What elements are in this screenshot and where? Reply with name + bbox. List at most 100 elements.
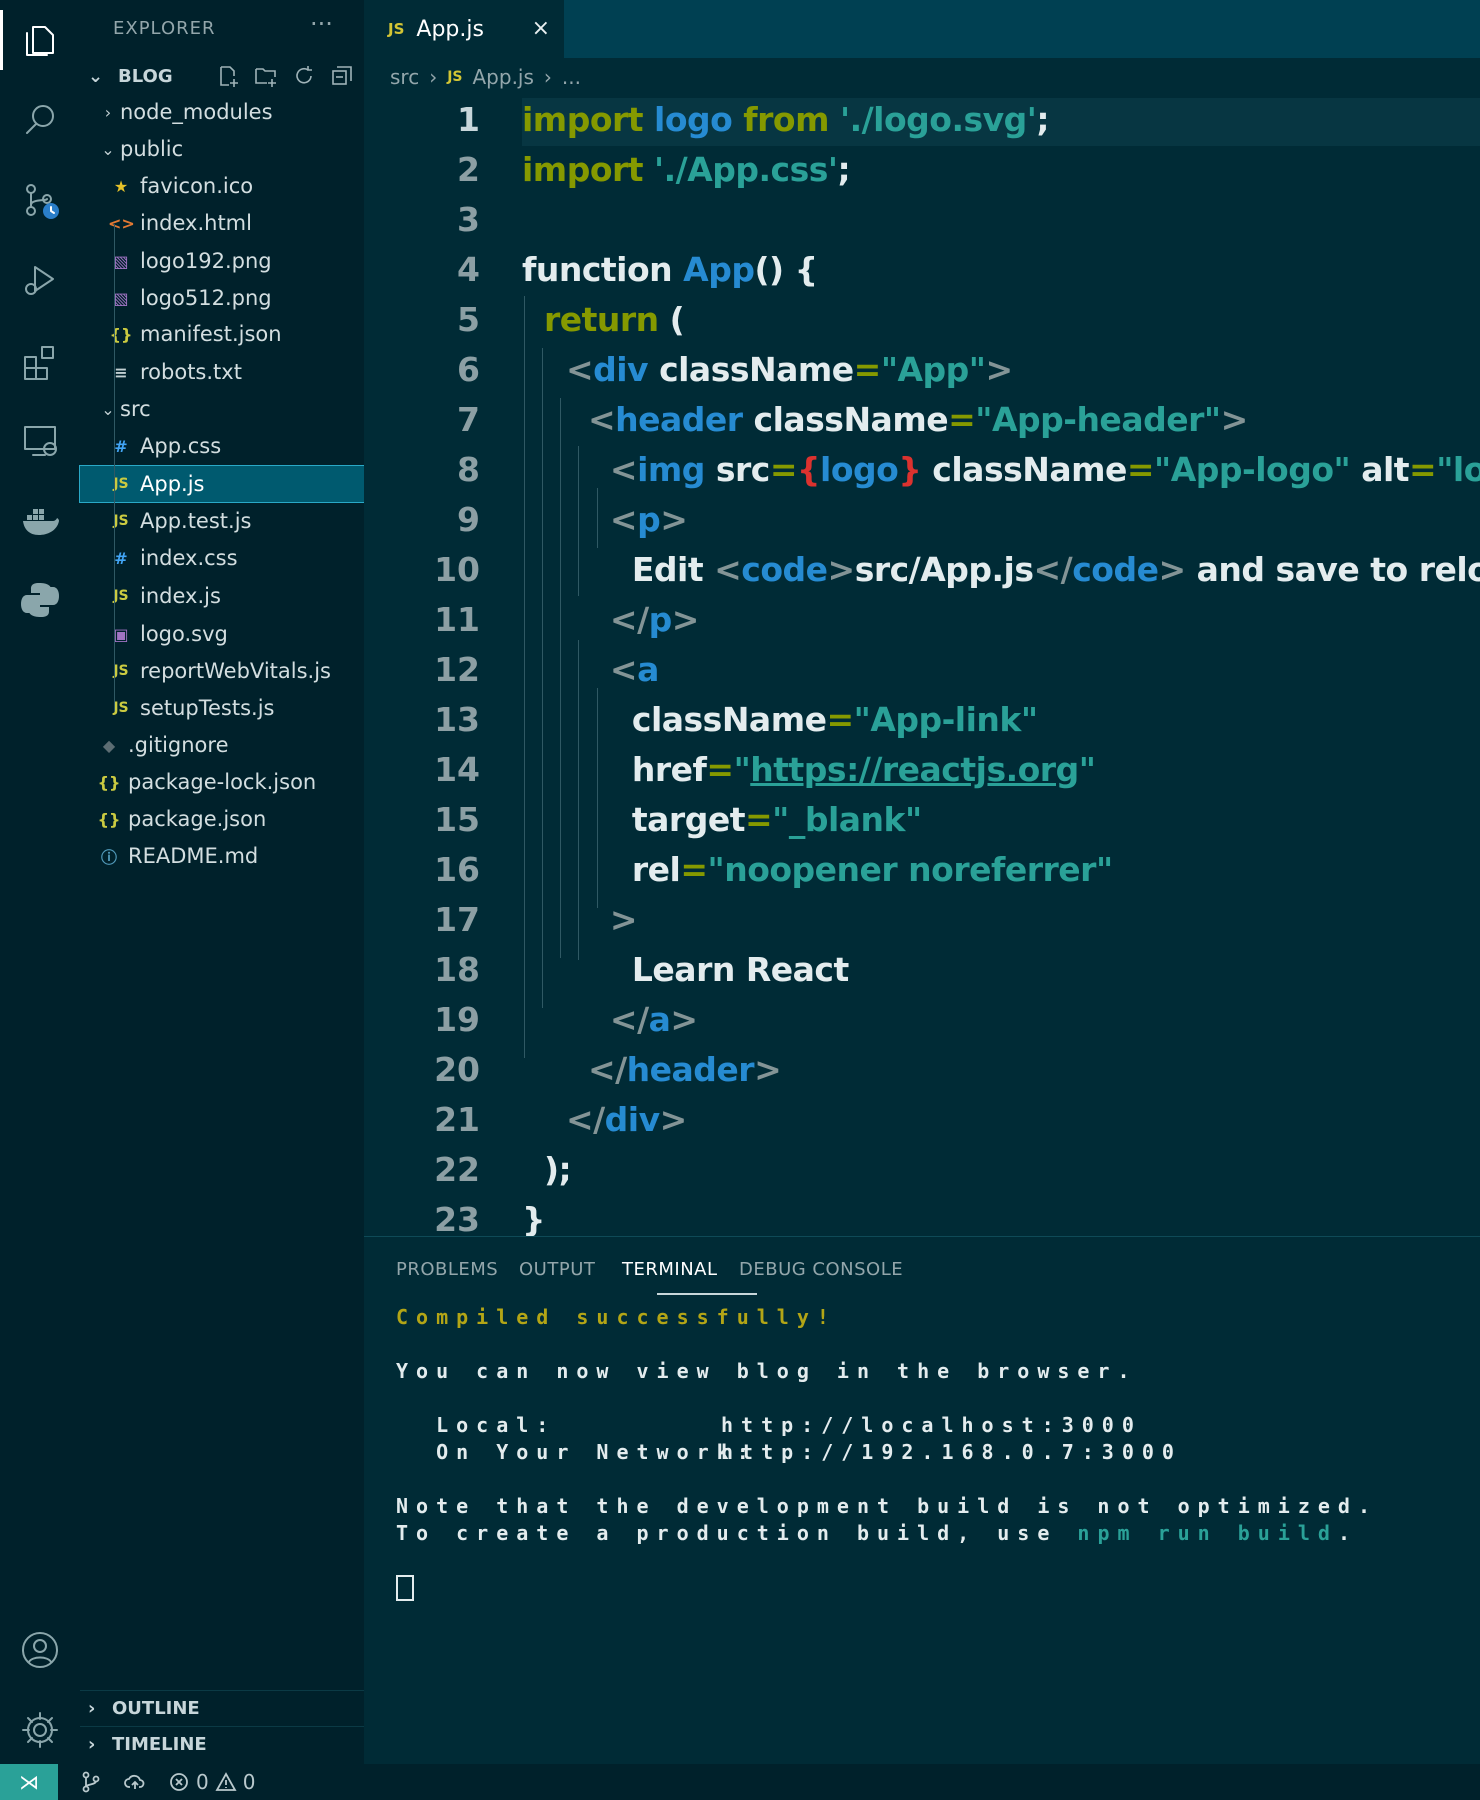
code-token: = [948, 400, 976, 439]
line-number: 2 [457, 150, 480, 189]
code-token: "_blank" [772, 800, 922, 839]
tree-item-logo512-png[interactable]: ▧ logo512.png [80, 280, 364, 316]
tree-item-readme-md[interactable]: ⓘ README.md [80, 838, 364, 874]
terminal-cursor[interactable] [396, 1575, 414, 1601]
code-token: } [898, 450, 922, 489]
terminal-local-url[interactable]: http://localhost:3000 [721, 1413, 1142, 1437]
code-token: = [769, 450, 798, 489]
tree-item-app-js[interactable]: JS App.js [79, 465, 365, 503]
line-number: 13 [434, 700, 480, 739]
tab-app-js[interactable]: JS App.js × [364, 0, 564, 58]
search-icon[interactable] [0, 90, 80, 150]
docker-icon[interactable] [0, 490, 80, 550]
remote-icon[interactable]: ⋊ [0, 1764, 58, 1800]
code-token: > [671, 600, 700, 639]
code-token: function [522, 250, 684, 289]
account-icon[interactable] [0, 1620, 80, 1680]
sync-cloud-icon[interactable] [124, 1771, 146, 1793]
terminal-network-url[interactable]: http://192.168.0.7:3000 [721, 1440, 1182, 1464]
tree-item-label: package.json [128, 807, 267, 831]
warning-count: 0 [242, 1770, 256, 1794]
outline-section[interactable]: › OUTLINE [80, 1690, 364, 1726]
folder-name: BLOG [118, 65, 173, 87]
code-token: </ [609, 1000, 649, 1039]
line-number: 18 [434, 950, 480, 989]
tree-item-node-modules[interactable]: › node_modules [80, 94, 364, 130]
code-token: div [604, 1100, 660, 1139]
tree-item-app-css[interactable]: # App.css [80, 428, 364, 464]
code-line: Edit <code>src/App.js</code> and save to… [522, 550, 1480, 589]
code-line: </div> [522, 1100, 687, 1139]
more-actions-icon[interactable]: ··· [310, 10, 333, 38]
refresh-icon[interactable] [292, 64, 316, 88]
file-type-icon: <> [108, 213, 135, 233]
timeline-label: TIMELINE [112, 1734, 207, 1755]
code-line: import './App.css'; [522, 150, 851, 189]
breadcrumb-file[interactable]: App.js [473, 65, 534, 89]
code-line: target="_blank" [522, 800, 922, 839]
code-token: import [522, 100, 655, 139]
new-folder-icon[interactable] [254, 64, 278, 88]
code-token: code [1072, 550, 1159, 589]
tree-item-src[interactable]: ⌄ src [80, 391, 364, 427]
tab-terminal[interactable]: TERMINAL [622, 1259, 718, 1280]
tree-item-index-css[interactable]: # index.css [80, 540, 364, 576]
tree-item-logo-svg[interactable]: ▣ logo.svg [80, 616, 364, 652]
tree-item-index-js[interactable]: JS index.js [80, 578, 364, 614]
code-token: "noopener noreferrer" [707, 850, 1114, 889]
new-file-icon[interactable] [216, 64, 240, 88]
breadcrumb-more[interactable]: ... [562, 65, 581, 89]
code-token: "App-header" [975, 400, 1221, 439]
code-token: < [587, 400, 616, 439]
tree-item-app-test-js[interactable]: JS App.test.js [80, 503, 364, 539]
line-number: 21 [434, 1100, 480, 1139]
tree-item-manifest-json[interactable]: {} manifest.json [80, 316, 364, 352]
tree-item-label: README.md [128, 844, 259, 868]
explorer-sidebar: EXPLORER ··· ⌄ BLOG › node_modules ⌄ public… [79, 0, 365, 1764]
tree-item-package-lock-json[interactable]: {} package-lock.json [80, 764, 364, 800]
folder-header-blog[interactable]: ⌄ BLOG [80, 58, 364, 94]
tab-problems[interactable]: PROBLEMS [396, 1259, 498, 1280]
code-editor[interactable]: 1 2 3 4 5 6 7 8 9 10 11 12 13 14 15 16 17 18 19 20 21 22 23 imp… [364, 96, 1480, 1236]
tab-output[interactable]: OUTPUT [519, 1259, 595, 1280]
tree-item-logo192-png[interactable]: ▧ logo192.png [80, 243, 364, 279]
extensions-icon[interactable] [0, 330, 80, 390]
code-line: </p> [522, 600, 699, 639]
tree-item-package-json[interactable]: {} package.json [80, 801, 364, 837]
code-line: return ( [522, 300, 685, 339]
source-control-icon[interactable] [0, 170, 80, 230]
chevron-down-icon: ⌄ [101, 139, 115, 159]
code-line: <a [522, 650, 659, 689]
code-token: a [637, 650, 659, 689]
tree-item-setuptests-js[interactable]: JS setupTests.js [80, 690, 364, 726]
tree-item-index-html[interactable]: <> index.html [80, 205, 364, 241]
breadcrumb-folder[interactable]: src [390, 65, 419, 89]
source-control-branch-icon[interactable] [80, 1771, 102, 1793]
code-token[interactable]: https://reactjs.org [750, 750, 1079, 789]
remote-explorer-icon[interactable] [0, 410, 80, 470]
timeline-section[interactable]: › TIMELINE [80, 1726, 364, 1762]
chevron-down-icon: ⌄ [88, 65, 104, 87]
tree-item-public[interactable]: ⌄ public [80, 131, 364, 167]
code-token: "logo" [1436, 450, 1480, 489]
run-debug-icon[interactable] [0, 250, 80, 310]
tree-item-label: node_modules [120, 100, 273, 124]
code-token: logo [820, 450, 899, 489]
problems-indicator[interactable]: 0 0 [168, 1770, 255, 1794]
tree-item-gitignore[interactable]: ◆ .gitignore [80, 727, 364, 763]
tree-item-reportwebvitals-js[interactable]: JS reportWebVitals.js [80, 653, 364, 689]
collapse-all-icon[interactable] [330, 64, 354, 88]
python-icon[interactable] [0, 570, 80, 630]
explorer-icon[interactable] [0, 10, 80, 70]
close-icon[interactable]: × [532, 16, 550, 41]
tree-item-favicon-ico[interactable]: ★ favicon.ico [80, 168, 364, 204]
settings-gear-icon[interactable] [0, 1700, 80, 1760]
tab-debug-console[interactable]: DEBUG CONSOLE [739, 1259, 903, 1280]
code-token: img [637, 450, 716, 489]
tree-item-robots-txt[interactable]: ≡ robots.txt [80, 354, 364, 390]
code-line: <p> [522, 500, 688, 539]
tree-indent-guide [114, 224, 115, 484]
